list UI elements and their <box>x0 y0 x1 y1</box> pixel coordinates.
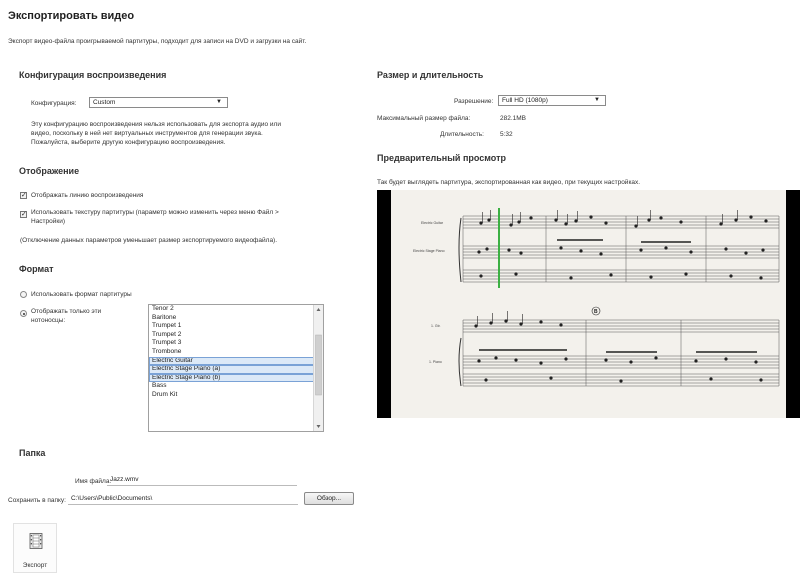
scroll-up-icon[interactable] <box>316 308 321 311</box>
save-to-label: Сохранить в папку: <box>8 497 66 504</box>
show-only-staves-label-line-2: нотоносцы: <box>31 317 66 324</box>
browse-button[interactable]: Обзор... <box>304 492 354 505</box>
page-title: Экспортировать видео <box>8 10 135 22</box>
show-playline-label: Отображать линию воспроизведения <box>31 192 144 199</box>
staff-item-trumpet-3[interactable]: Trumpet 3 <box>149 339 323 348</box>
use-score-format-radio[interactable] <box>20 291 27 298</box>
score-page-image: Electric Guitar Electric Stage Piano B 1… <box>391 190 786 418</box>
staves-listbox[interactable]: Tenor 2 Baritone Trumpet 1 Trumpet 2 Tru… <box>148 304 324 432</box>
config-label: Конфигурация: <box>31 100 77 107</box>
staff-item-trumpet-1[interactable]: Trumpet 1 <box>149 322 323 331</box>
export-button[interactable]: Экспорт <box>13 523 57 573</box>
film-strip-icon <box>29 533 43 549</box>
scroll-thumb[interactable] <box>315 334 322 396</box>
folder-heading: Папка <box>19 448 46 458</box>
use-texture-label-line-2: Настройки) <box>31 218 66 225</box>
preview-caption: Так будет выглядеть партитура, экспортир… <box>377 179 641 186</box>
page-description: Экспорт видео-файла проигрываемой партит… <box>8 38 307 45</box>
chevron-down-icon: ▼ <box>594 97 600 103</box>
config-note-line-3: Пожалуйста, выберите другую конфигурацию… <box>31 139 226 146</box>
filename-input[interactable]: Jazz.wmv <box>107 475 297 486</box>
config-dropdown-value: Custom <box>93 99 116 106</box>
playback-config-heading: Конфигурация воспроизведения <box>19 70 167 80</box>
config-dropdown[interactable]: Custom ▼ <box>89 97 228 108</box>
show-only-staves-radio[interactable] <box>20 310 27 317</box>
staff-label-guitar: Electric Guitar <box>421 221 444 225</box>
video-preview: Electric Guitar Electric Stage Piano B 1… <box>377 190 800 418</box>
staff-item-drum-kit[interactable]: Drum Kit <box>149 391 323 400</box>
display-note: (Отключение данных параметров уменьшает … <box>20 237 278 244</box>
staff-item-electric-stage-piano-b[interactable]: Electric Stage Piano (b) <box>149 373 323 383</box>
size-duration-heading: Размер и длительность <box>377 70 484 80</box>
duration-value: 5:32 <box>500 131 513 138</box>
use-texture-checkbox[interactable]: ✓ <box>20 211 27 218</box>
show-only-staves-label-line-1: Отображать только эти <box>31 308 102 315</box>
scroll-down-icon[interactable] <box>316 425 321 428</box>
staff-item-electric-guitar[interactable]: Electric Guitar <box>149 356 323 366</box>
staff-item-trumpet-2[interactable]: Trumpet 2 <box>149 331 323 340</box>
resolution-label: Разрешение: <box>454 98 494 105</box>
filename-label: Имя файла: <box>75 478 112 485</box>
staff-item-bass[interactable]: Bass <box>149 382 323 391</box>
export-button-label: Экспорт <box>22 562 48 569</box>
use-texture-label-line-1: Использовать текстуру партитуры (парамет… <box>31 209 279 216</box>
resolution-dropdown-value: Full HD (1080p) <box>502 97 548 104</box>
use-score-format-label: Использовать формат партитуры <box>31 291 132 298</box>
staff-item-trombone[interactable]: Trombone <box>149 348 323 357</box>
staff-label-guitar-short: 1. Gtr. <box>431 324 441 328</box>
chevron-down-icon: ▼ <box>216 99 222 105</box>
staff-item-baritone[interactable]: Baritone <box>149 314 323 323</box>
duration-label: Длительность: <box>440 131 484 138</box>
display-heading: Отображение <box>19 166 80 176</box>
staff-item-tenor-2[interactable]: Tenor 2 <box>149 305 323 314</box>
format-heading: Формат <box>19 264 54 274</box>
staff-item-electric-stage-piano-a[interactable]: Electric Stage Piano (a) <box>149 365 323 374</box>
score-notation: Electric Guitar Electric Stage Piano B 1… <box>413 208 780 387</box>
staff-label-piano-short: 1. Piano <box>429 360 442 364</box>
config-note-line-1: Эту конфигурацию воспроизведения нельзя … <box>31 121 281 128</box>
rehearsal-mark: B <box>594 309 598 315</box>
staff-label-piano: Electric Stage Piano <box>413 249 445 253</box>
config-note-line-2: видео, поскольку в ней нет виртуальных и… <box>31 130 263 137</box>
preview-heading: Предварительный просмотр <box>377 153 506 163</box>
save-to-input[interactable]: C:\Users\Public\Documents\ <box>68 494 298 505</box>
max-size-label: Максимальный размер файла: <box>377 115 471 122</box>
resolution-dropdown[interactable]: Full HD (1080p) ▼ <box>498 95 606 106</box>
staves-scrollbar[interactable] <box>313 305 323 431</box>
show-playline-checkbox[interactable]: ✓ <box>20 192 27 199</box>
max-size-value: 282.1MB <box>500 115 527 122</box>
